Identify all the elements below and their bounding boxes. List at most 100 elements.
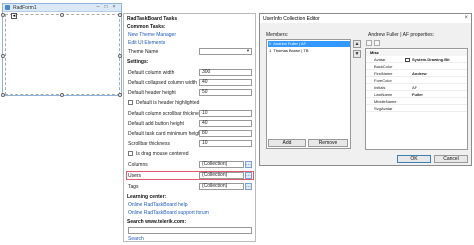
form-title: RadForm1 [13,5,37,11]
task-card-min-height-input[interactable]: 80 [199,130,252,137]
move-down-button[interactable]: ▼ [353,50,361,58]
category-row[interactable]: Misc [366,50,467,56]
member-text: Andrew Fuller | AF [273,41,307,46]
property-row[interactable]: FirstName Andrew [366,71,467,77]
image-icon [405,58,410,62]
settings-header: Settings: [127,59,149,65]
scrollbar-thickness-label: Scrollbar thickness [128,141,170,147]
categorized-icon[interactable] [366,40,372,46]
edit-ui-elements-link[interactable]: Edit UI Elements [128,40,165,46]
users-edit-button[interactable]: … [245,172,252,179]
resize-handle[interactable] [1,13,5,17]
list-item[interactable]: 0 Andrew Fuller | AF [268,41,350,47]
list-item[interactable]: 1 Thomas Brown | TB [268,48,350,54]
header-height-input[interactable]: 50 [199,89,252,96]
property-name: FirstName [374,71,393,76]
close-icon[interactable]: × [111,5,117,10]
property-grid[interactable]: Misc Avatar System.Drawing.Bit BackColor… [365,48,468,150]
property-name: ForeColor [374,78,392,83]
members-label: Members: [266,32,289,38]
property-name: LastName [374,92,393,97]
property-name: Avatar [374,57,386,62]
learning-center-header: Learning center: [127,194,167,200]
resize-handle[interactable] [60,93,64,97]
property-row[interactable]: LastName Fuller [366,92,467,98]
columns-label: Columns [128,162,148,168]
default-column-width-input[interactable]: 300 [199,69,252,76]
users-value: (Collection) [199,172,244,179]
property-name: MiddleName [374,99,397,104]
close-icon[interactable]: × [464,15,468,21]
search-input[interactable] [128,227,252,234]
add-button-height-label: Default add button height [128,121,184,127]
resize-handle[interactable] [118,13,122,17]
tags-label: Tags [128,184,139,190]
property-value: Andrew [412,71,427,76]
form-designer-window[interactable]: RadForm1 – □ × ◂ [1,3,122,97]
resize-handle[interactable] [1,54,5,58]
taskboard-control[interactable] [5,14,120,95]
scrollbar-thickness-input[interactable]: 10 [199,140,252,147]
support-forum-link[interactable]: Online RadTaskBoard support forum [128,210,209,216]
member-text: Thomas Brown | TB [273,48,309,53]
form-titlebar: RadForm1 – □ × [3,4,121,12]
property-row[interactable]: MiddleName [366,99,467,105]
new-theme-manager-link[interactable]: New Theme Manager [128,32,176,38]
search-header: Search www.telerik.com: [127,219,187,225]
property-value: System.Drawing.Bit [412,57,450,62]
resize-handle[interactable] [118,93,122,97]
search-link[interactable]: Search [128,236,144,242]
member-index: 1 [269,48,272,53]
move-up-button[interactable]: ▲ [353,40,361,48]
online-help-link[interactable]: Online RadTaskBoard help [128,202,187,208]
resize-handle[interactable] [60,13,64,17]
ok-button[interactable]: OK [397,155,431,163]
columns-value: (Collection) [199,161,244,168]
property-row[interactable]: Avatar System.Drawing.Bit [366,57,467,63]
column-scrollbar-thickness-input[interactable]: 10 [199,110,252,117]
property-row[interactable]: BackColor [366,64,467,70]
drag-mouse-centered-checkbox[interactable] [128,151,133,156]
property-value: Fuller [412,92,423,97]
remove-button[interactable]: Remove [308,139,348,147]
dialog-titlebar: UserInfo Collection Editor × [260,14,471,23]
property-name: BackColor [374,64,393,69]
minimize-icon[interactable]: – [95,5,101,10]
alphabetical-icon[interactable] [374,40,380,46]
column-scrollbar-thickness-label: Default column scrollbar thickness [128,111,204,117]
task-card-min-height-label: Default task card minimum height [128,131,203,137]
collapsed-column-width-input[interactable]: 40 [199,79,252,86]
common-tasks-header: Common Tasks: [127,24,166,30]
smart-tag-header: RadTaskBoard Tasks [127,16,178,22]
resize-handle[interactable] [118,54,122,58]
form-icon [5,5,10,10]
property-row[interactable]: SvgAvatar [366,106,467,112]
collection-editor-dialog: UserInfo Collection Editor × Members: 0 … [259,13,472,166]
header-height-label: Default header height [128,90,176,96]
chevron-down-icon[interactable]: ▼ [245,48,251,54]
default-column-width-label: Default column width [128,70,175,76]
collapsed-column-width-label: Default collapsed column width [128,80,197,86]
property-row[interactable]: ForeColor [366,78,467,84]
member-index: 0 [269,41,272,46]
members-list[interactable]: 0 Andrew Fuller | AF 1 Thomas Brown | TB [266,39,351,149]
add-button[interactable]: Add [268,139,306,147]
property-name: Initials [374,85,386,90]
property-value: AF [412,85,418,90]
tags-value: (Collection) [199,183,244,190]
drag-mouse-centered-label: Is drag mouse centered [136,151,189,157]
header-highlighted-checkbox[interactable] [128,100,133,105]
properties-label: Andrew Fuller | AF properties: [368,32,435,38]
add-button-height-input[interactable]: 40 [199,120,252,127]
resize-handle[interactable] [1,93,5,97]
users-label: Users [128,173,142,179]
columns-edit-button[interactable]: … [245,161,252,168]
smart-tag-panel: RadTaskBoard Tasks Common Tasks: New The… [123,13,256,242]
cancel-button[interactable]: Cancel [434,155,468,163]
maximize-icon[interactable]: □ [103,5,109,10]
dialog-title: UserInfo Collection Editor [263,16,320,22]
tags-edit-button[interactable]: … [245,183,252,190]
smart-tag-glyph-icon[interactable]: ◂ [11,13,17,19]
property-row[interactable]: Initials AF [366,85,467,91]
property-name: SvgAvatar [374,106,393,111]
